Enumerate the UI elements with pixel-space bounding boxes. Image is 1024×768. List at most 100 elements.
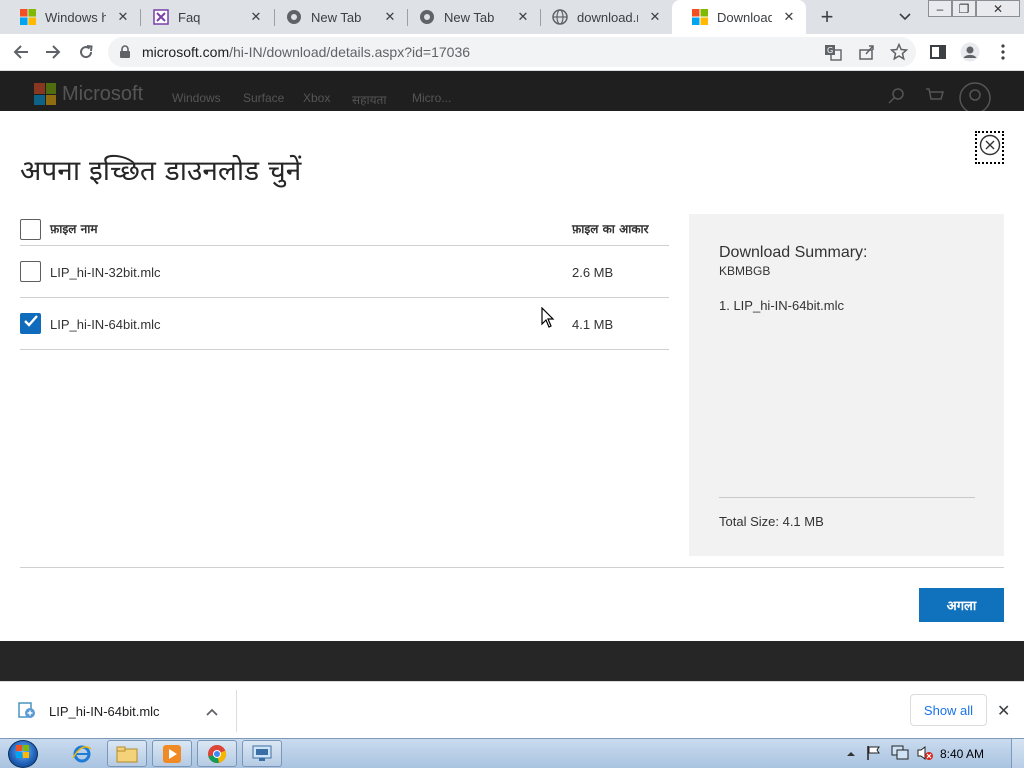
close-window-button[interactable]: ✕: [976, 0, 1020, 17]
download-summary-panel: Download Summary: KBMBGB 1. LIP_hi-IN-64…: [689, 214, 1004, 556]
column-header-filesize: फ़ाइल का आकार: [572, 222, 649, 236]
file-size-32bit: 2.6 MB: [572, 265, 614, 280]
chrome-icon: [419, 9, 435, 25]
microsoft-logo-icon: [34, 83, 56, 105]
tab-close-icon[interactable]: ✕: [114, 8, 132, 26]
action-center-flag-icon[interactable]: [866, 745, 882, 766]
volume-muted-icon[interactable]: [916, 745, 934, 766]
next-button[interactable]: अगला: [919, 588, 1004, 622]
nav-support: सहायता: [352, 93, 387, 107]
tab-download-windows[interactable]: Download W ✕: [672, 0, 806, 34]
tab-faq[interactable]: Faq ✕: [133, 0, 273, 34]
share-icon[interactable]: [858, 43, 876, 66]
tab-search-chevron-icon[interactable]: [895, 8, 915, 26]
nav-windows: Windows: [172, 91, 221, 105]
address-bar[interactable]: microsoft.com/hi-IN/download/details.asp…: [108, 37, 916, 67]
dialog-title: अपना इच्छित डाउनलोड चुनें: [20, 154, 302, 187]
close-icon: [979, 134, 1001, 161]
url-path: /hi-IN/download/details.aspx?id=17036: [229, 44, 471, 60]
profile-avatar-icon[interactable]: [957, 40, 983, 64]
select-all-checkbox[interactable]: [20, 219, 41, 240]
file-size-64bit: 4.1 MB: [572, 317, 614, 332]
tab-title: download.m: [577, 9, 638, 25]
browser-toolbar: microsoft.com/hi-IN/download/details.asp…: [0, 34, 1024, 71]
faq-site-icon: [153, 9, 169, 25]
tab-title: New Tab: [311, 9, 362, 25]
forward-button[interactable]: [40, 40, 66, 64]
side-panel-icon[interactable]: [925, 40, 951, 64]
summary-title: Download Summary:: [719, 244, 868, 261]
account-icon: [959, 82, 991, 111]
file-download-icon: [18, 701, 36, 724]
tab-download-m[interactable]: download.m ✕: [532, 0, 672, 34]
translate-icon[interactable]: G: [824, 43, 842, 66]
checkmark-icon: [23, 314, 39, 333]
bookmark-star-icon[interactable]: [889, 42, 909, 66]
divider: [236, 690, 237, 732]
microsoft-logo-icon: [692, 9, 708, 25]
close-shelf-icon[interactable]: ✕: [997, 701, 1010, 721]
close-dialog-button[interactable]: [975, 131, 1004, 164]
file-checkbox-64bit[interactable]: [20, 313, 41, 334]
mouse-pointer-icon: [541, 306, 555, 334]
tab-close-icon[interactable]: ✕: [646, 8, 664, 26]
divider: [20, 349, 669, 350]
taskbar-clock[interactable]: 8:40 AM: [940, 747, 984, 761]
tab-close-icon[interactable]: ✕: [247, 8, 265, 26]
site-header: Microsoft Windows Surface Xbox सहायता Mi…: [0, 71, 1024, 111]
url-host: microsoft.com: [142, 44, 230, 60]
chrome-icon[interactable]: [197, 740, 237, 767]
tab-title: New Tab: [444, 9, 495, 25]
summary-total-size: Total Size: 4.1 MB: [719, 514, 824, 529]
media-player-icon[interactable]: [152, 740, 192, 767]
tab-new-tab-2[interactable]: New Tab ✕: [399, 0, 540, 34]
minimize-button[interactable]: –: [928, 0, 952, 17]
summary-code: KBMBGB: [719, 264, 771, 278]
restore-button[interactable]: ❐: [952, 0, 976, 17]
back-button[interactable]: [8, 40, 34, 64]
summary-item: 1. LIP_hi-IN-64bit.mlc: [719, 298, 844, 313]
windows-logo-icon: [16, 744, 30, 764]
new-tab-button[interactable]: +: [815, 4, 839, 29]
nav-more: Micro...: [412, 91, 452, 105]
site-footer: [0, 641, 1024, 681]
site-brand: Microsoft: [62, 83, 144, 105]
tab-strip: Windows hel ✕ Faq ✕ New Tab ✕ New Tab ✕ …: [0, 0, 1024, 34]
tab-windows-help[interactable]: Windows hel ✕: [0, 0, 140, 34]
show-desktop-button[interactable]: [1011, 739, 1024, 768]
remote-desktop-icon[interactable]: [242, 740, 282, 767]
show-hidden-icons-icon[interactable]: [846, 746, 856, 764]
globe-icon: [552, 9, 568, 25]
reload-button[interactable]: [73, 40, 99, 64]
divider: [20, 567, 1004, 568]
column-header-filename: फ़ाइल नाम: [50, 222, 98, 236]
show-all-downloads-button[interactable]: Show all: [910, 694, 987, 726]
tab-close-icon[interactable]: ✕: [514, 8, 532, 26]
lock-icon[interactable]: [119, 45, 131, 64]
tab-title: Download W: [717, 9, 772, 25]
internet-explorer-icon[interactable]: [62, 740, 102, 767]
file-name-64bit: LIP_hi-IN-64bit.mlc: [50, 317, 161, 332]
tab-close-icon[interactable]: ✕: [381, 8, 399, 26]
microsoft-logo-icon: [20, 9, 36, 25]
tab-new-tab-1[interactable]: New Tab ✕: [266, 0, 407, 34]
chevron-up-icon[interactable]: [205, 704, 219, 722]
tab-title: Windows hel: [45, 9, 106, 25]
download-shelf: LIP_hi-IN-64bit.mlc Show all ✕: [0, 681, 1024, 738]
network-icon[interactable]: [891, 745, 909, 766]
divider: [20, 245, 669, 246]
start-button[interactable]: [8, 740, 38, 768]
windows-taskbar: 8:40 AM: [0, 738, 1024, 768]
downloaded-file-name[interactable]: LIP_hi-IN-64bit.mlc: [49, 704, 160, 719]
nav-surface: Surface: [243, 91, 285, 105]
browser-menu-icon[interactable]: [990, 40, 1016, 64]
file-explorer-icon[interactable]: [107, 740, 147, 767]
chrome-icon: [286, 9, 302, 25]
file-name-32bit: LIP_hi-IN-32bit.mlc: [50, 265, 161, 280]
file-checkbox-32bit[interactable]: [20, 261, 41, 282]
nav-xbox: Xbox: [303, 91, 331, 105]
tab-close-icon[interactable]: ✕: [780, 8, 798, 26]
url-text: microsoft.com/hi-IN/download/details.asp…: [142, 44, 470, 60]
search-icon: [888, 87, 906, 110]
divider: [719, 497, 975, 498]
